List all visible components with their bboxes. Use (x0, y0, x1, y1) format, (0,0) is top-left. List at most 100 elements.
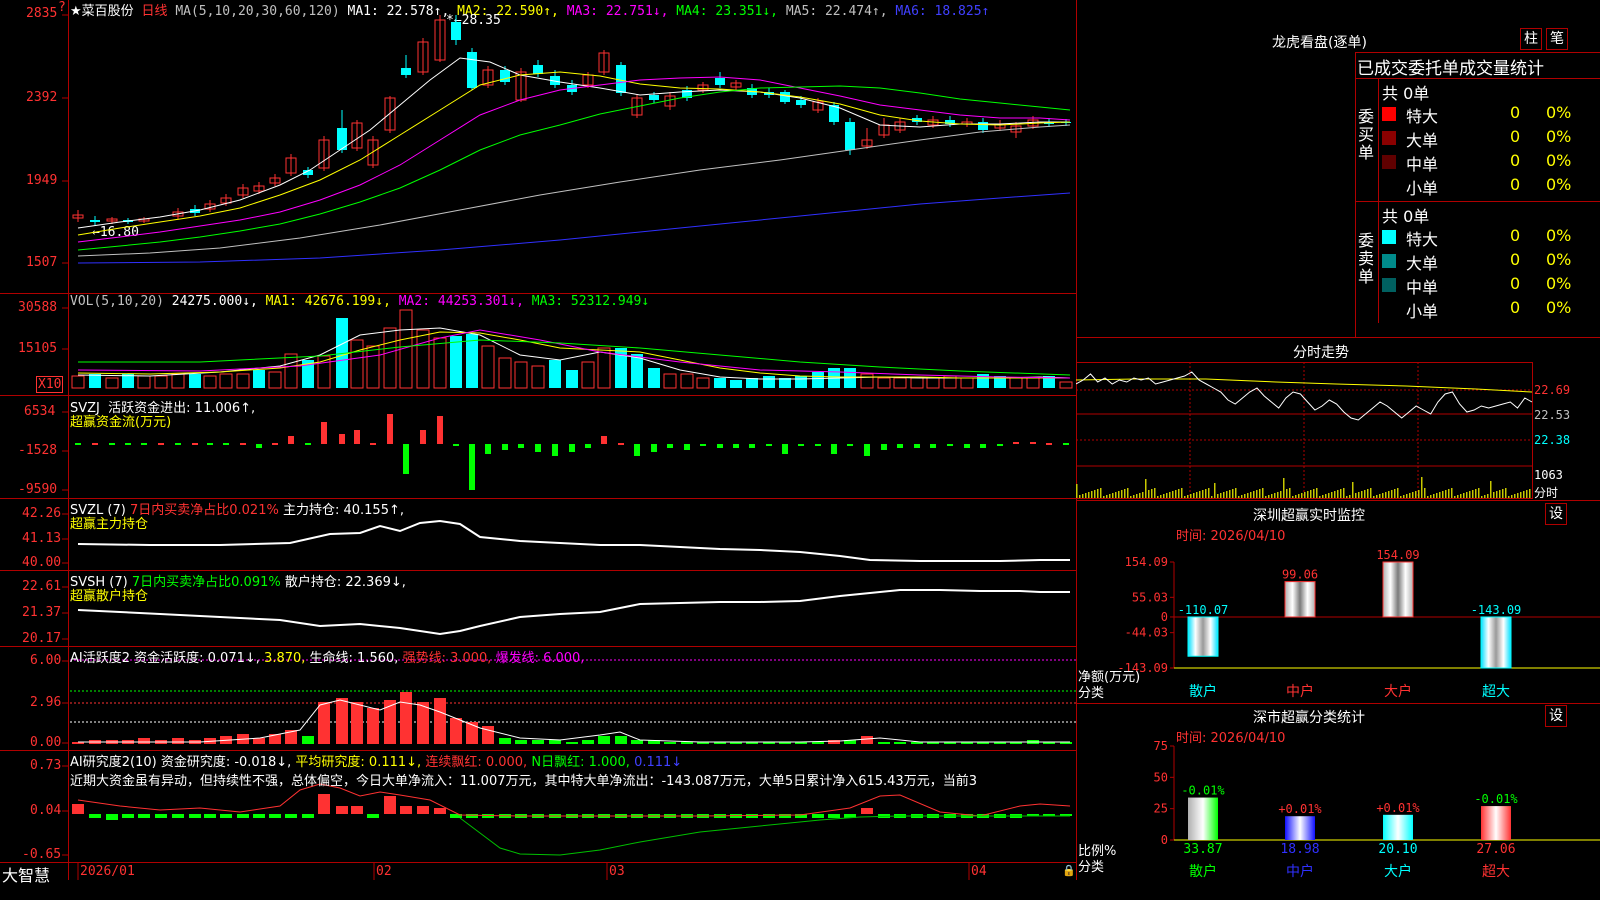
intraday-vol-bar (1517, 493, 1519, 498)
ai-active-bar (549, 740, 561, 744)
ai-active-axis-1: 2.96 (30, 695, 62, 710)
intraday-vol-bar (1421, 477, 1423, 498)
date-label-2: 03 (609, 864, 625, 879)
intraday-vol-bar (1193, 493, 1195, 498)
volume-bar (795, 376, 807, 388)
ai-active-bar (664, 742, 676, 744)
intraday-vol-bar (1508, 496, 1510, 498)
intraday-vol-bar (1121, 490, 1123, 498)
candle (384, 96, 396, 133)
order-row-count: 0 (1510, 151, 1521, 170)
sz-class-delta-label: +0.01% (1278, 802, 1322, 816)
intraday-vol-bar (1367, 489, 1369, 498)
candle (351, 120, 363, 151)
ai-research-bar (367, 814, 379, 818)
ai-research-bar (172, 814, 184, 818)
order-row-count: 0 (1510, 226, 1521, 245)
svzj-bar (321, 422, 327, 444)
svzj-bar (552, 444, 558, 456)
svzj-axis-1: -1528 (18, 443, 58, 458)
tick-view-button[interactable]: 笔 (1546, 28, 1568, 50)
intraday-vol-bar (1100, 488, 1102, 498)
order-color-swatch (1382, 278, 1396, 292)
svzj-bar (125, 443, 131, 445)
intraday-vol-bar (1139, 493, 1141, 498)
candle (961, 118, 973, 127)
volume-bar (189, 374, 201, 388)
ai-active-bars (72, 692, 1072, 744)
sz-monitor-bar (1480, 616, 1512, 669)
svzj-bar (518, 444, 524, 448)
ma2-line (77, 71, 1071, 236)
intraday-vol-bar (1406, 494, 1408, 498)
intraday-vol-bar (1325, 494, 1327, 498)
ai-research-bar (351, 806, 363, 814)
intraday-vol-bar (1178, 489, 1180, 498)
sz-class-bar (1481, 806, 1511, 840)
svzj-bar (469, 444, 475, 490)
svzj-bar (947, 444, 953, 446)
intraday-vol-bar (1337, 490, 1339, 498)
brand-logo[interactable]: 大智慧 (2, 862, 50, 886)
sz-class-delta-label: +0.01% (1376, 801, 1420, 815)
sz-monitor-category: 散户 (1189, 683, 1217, 700)
intraday-vol-bar (1211, 496, 1213, 498)
volume-bar (910, 377, 924, 389)
ai-active-bar (367, 708, 379, 744)
svsh-subtitle: 超赢散户持仓 (70, 589, 149, 604)
intraday-vol-bar (1307, 491, 1309, 498)
intraday-vol-bar (1376, 495, 1378, 498)
svzj-bar (1063, 443, 1069, 445)
intraday-vol-bar (1256, 490, 1258, 498)
candle (730, 80, 742, 90)
svzj-bar (420, 430, 426, 444)
ai-research-bar (417, 806, 429, 814)
sz-monitor-bar-label: -110.07 (1178, 603, 1229, 617)
order-row: 中单 0 0% (1382, 151, 1600, 174)
candle (878, 118, 890, 138)
svzj-bar (1046, 443, 1052, 445)
svzj-bar (601, 436, 607, 444)
intraday-chart[interactable] (1076, 362, 1600, 500)
intraday-vol-bar (1112, 493, 1114, 498)
ai-research-bar (253, 814, 265, 818)
column-view-button[interactable]: 柱 (1520, 28, 1542, 50)
intraday-vol-bar (1451, 488, 1453, 498)
vol-unit-badge[interactable]: X10 (36, 376, 64, 393)
intraday-vol-bar (1493, 492, 1495, 498)
ai-research-bar (189, 814, 201, 818)
intraday-vol-bar (1487, 494, 1489, 498)
ai-active-bar (681, 742, 693, 744)
order-row-pct: 0% (1546, 274, 1572, 293)
ai-active-bar (302, 736, 314, 744)
candle (138, 217, 150, 223)
volume-bar (597, 347, 611, 389)
ai-active-bar (631, 740, 643, 744)
svzj-bar (1030, 442, 1036, 444)
svzj-bar (92, 443, 98, 445)
ma5-line (77, 124, 1071, 257)
volume-bar (680, 373, 694, 389)
ai-research-comment: 近期大资金虽有异动，但持续性不强，总体偏空，今日大单净流入：11.007万元，其… (70, 774, 977, 789)
intraday-vol-bar (1388, 491, 1390, 498)
order-row: 大单 0 0% (1382, 250, 1600, 273)
intraday-vol-bar (1430, 495, 1432, 498)
kline-chart-area[interactable] (0, 0, 1076, 880)
order-row-name: 小单 (1406, 302, 1439, 321)
ai-active-bar (172, 738, 184, 744)
svzj-bar (288, 436, 294, 444)
sz-monitor-category: 大户 (1384, 683, 1412, 700)
ai-active-bar (615, 736, 627, 744)
sz-class-category: 散户 (1189, 863, 1217, 880)
lock-icon[interactable]: 🔒 (1062, 864, 1076, 877)
order-row-name: 大单 (1406, 254, 1439, 273)
svzj-bar (535, 444, 541, 452)
order-row-pct: 0% (1546, 250, 1572, 269)
volume-bar (236, 373, 250, 389)
sz-class-settings-button[interactable]: 设 (1545, 705, 1567, 727)
volume-bar (893, 377, 907, 389)
sz-monitor-settings-button[interactable]: 设 (1545, 503, 1567, 525)
svsh-axis-2: 20.17 (22, 631, 62, 646)
intraday-vol-bar (1097, 489, 1099, 498)
intraday-vol-bar (1412, 492, 1414, 498)
